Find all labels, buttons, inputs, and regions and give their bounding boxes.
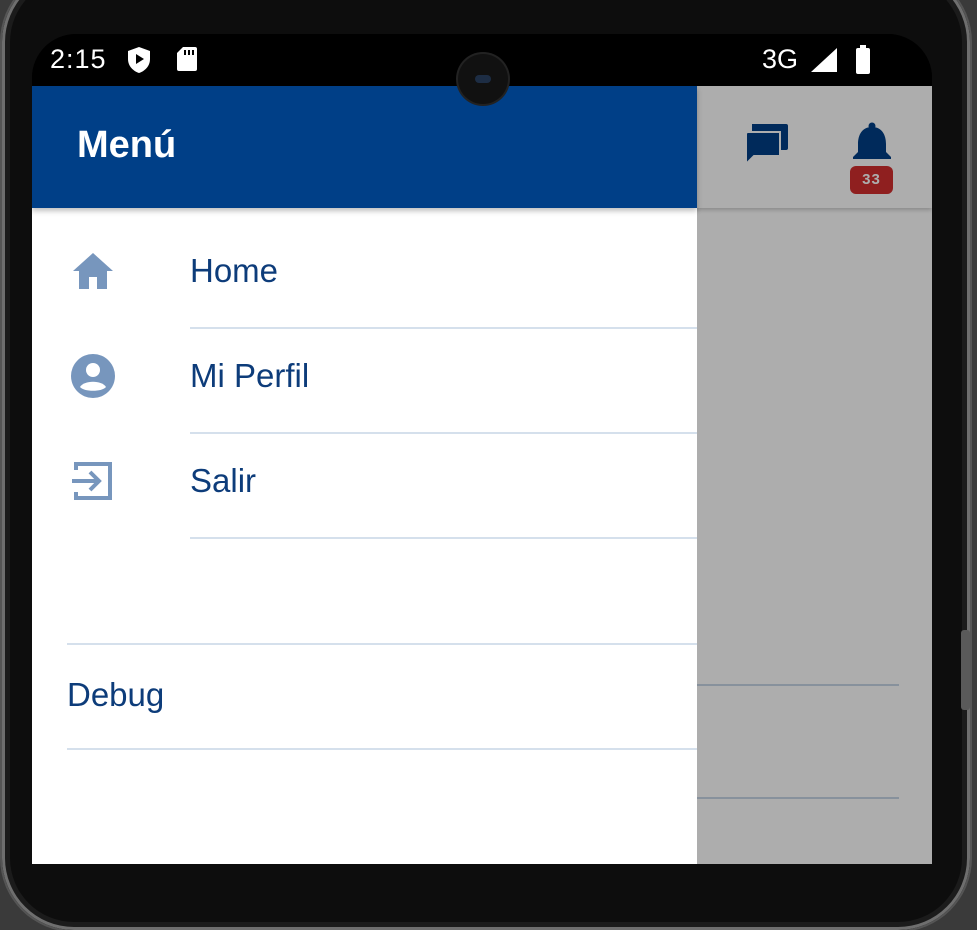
network-type: 3G (762, 44, 799, 74)
menu-item-home[interactable]: Home (32, 224, 697, 329)
menu-label-profile: Mi Perfil (190, 357, 310, 394)
debug-label: Debug (67, 676, 165, 713)
debug-divider-bottom (67, 748, 697, 750)
drawer-title: Menú (77, 124, 177, 166)
logout-icon (70, 458, 116, 504)
navigation-drawer: Menú Home Mi Perfil Salir Debug (32, 86, 697, 864)
menu-item-debug[interactable]: Debug (67, 646, 697, 748)
front-camera (458, 54, 508, 104)
status-time: 2:15 (50, 44, 107, 74)
menu-item-logout[interactable]: Salir (32, 434, 697, 539)
signal-icon (810, 47, 838, 80)
menu-label-home: Home (190, 252, 279, 289)
menu-divider (190, 537, 697, 539)
debug-divider-top (67, 643, 697, 645)
battery-icon (854, 45, 872, 82)
menu-label-logout: Salir (190, 462, 257, 499)
account-circle-icon (70, 353, 116, 399)
menu-item-profile[interactable]: Mi Perfil (32, 329, 697, 434)
drawer-header: Menú (32, 86, 697, 208)
side-button (961, 630, 970, 710)
home-icon (70, 248, 116, 294)
screen: 2:15 3G 33 Menú Home Mi Perfil Salir Deb… (32, 34, 932, 864)
shield-icon (126, 46, 152, 81)
sd-card-icon (176, 46, 198, 79)
